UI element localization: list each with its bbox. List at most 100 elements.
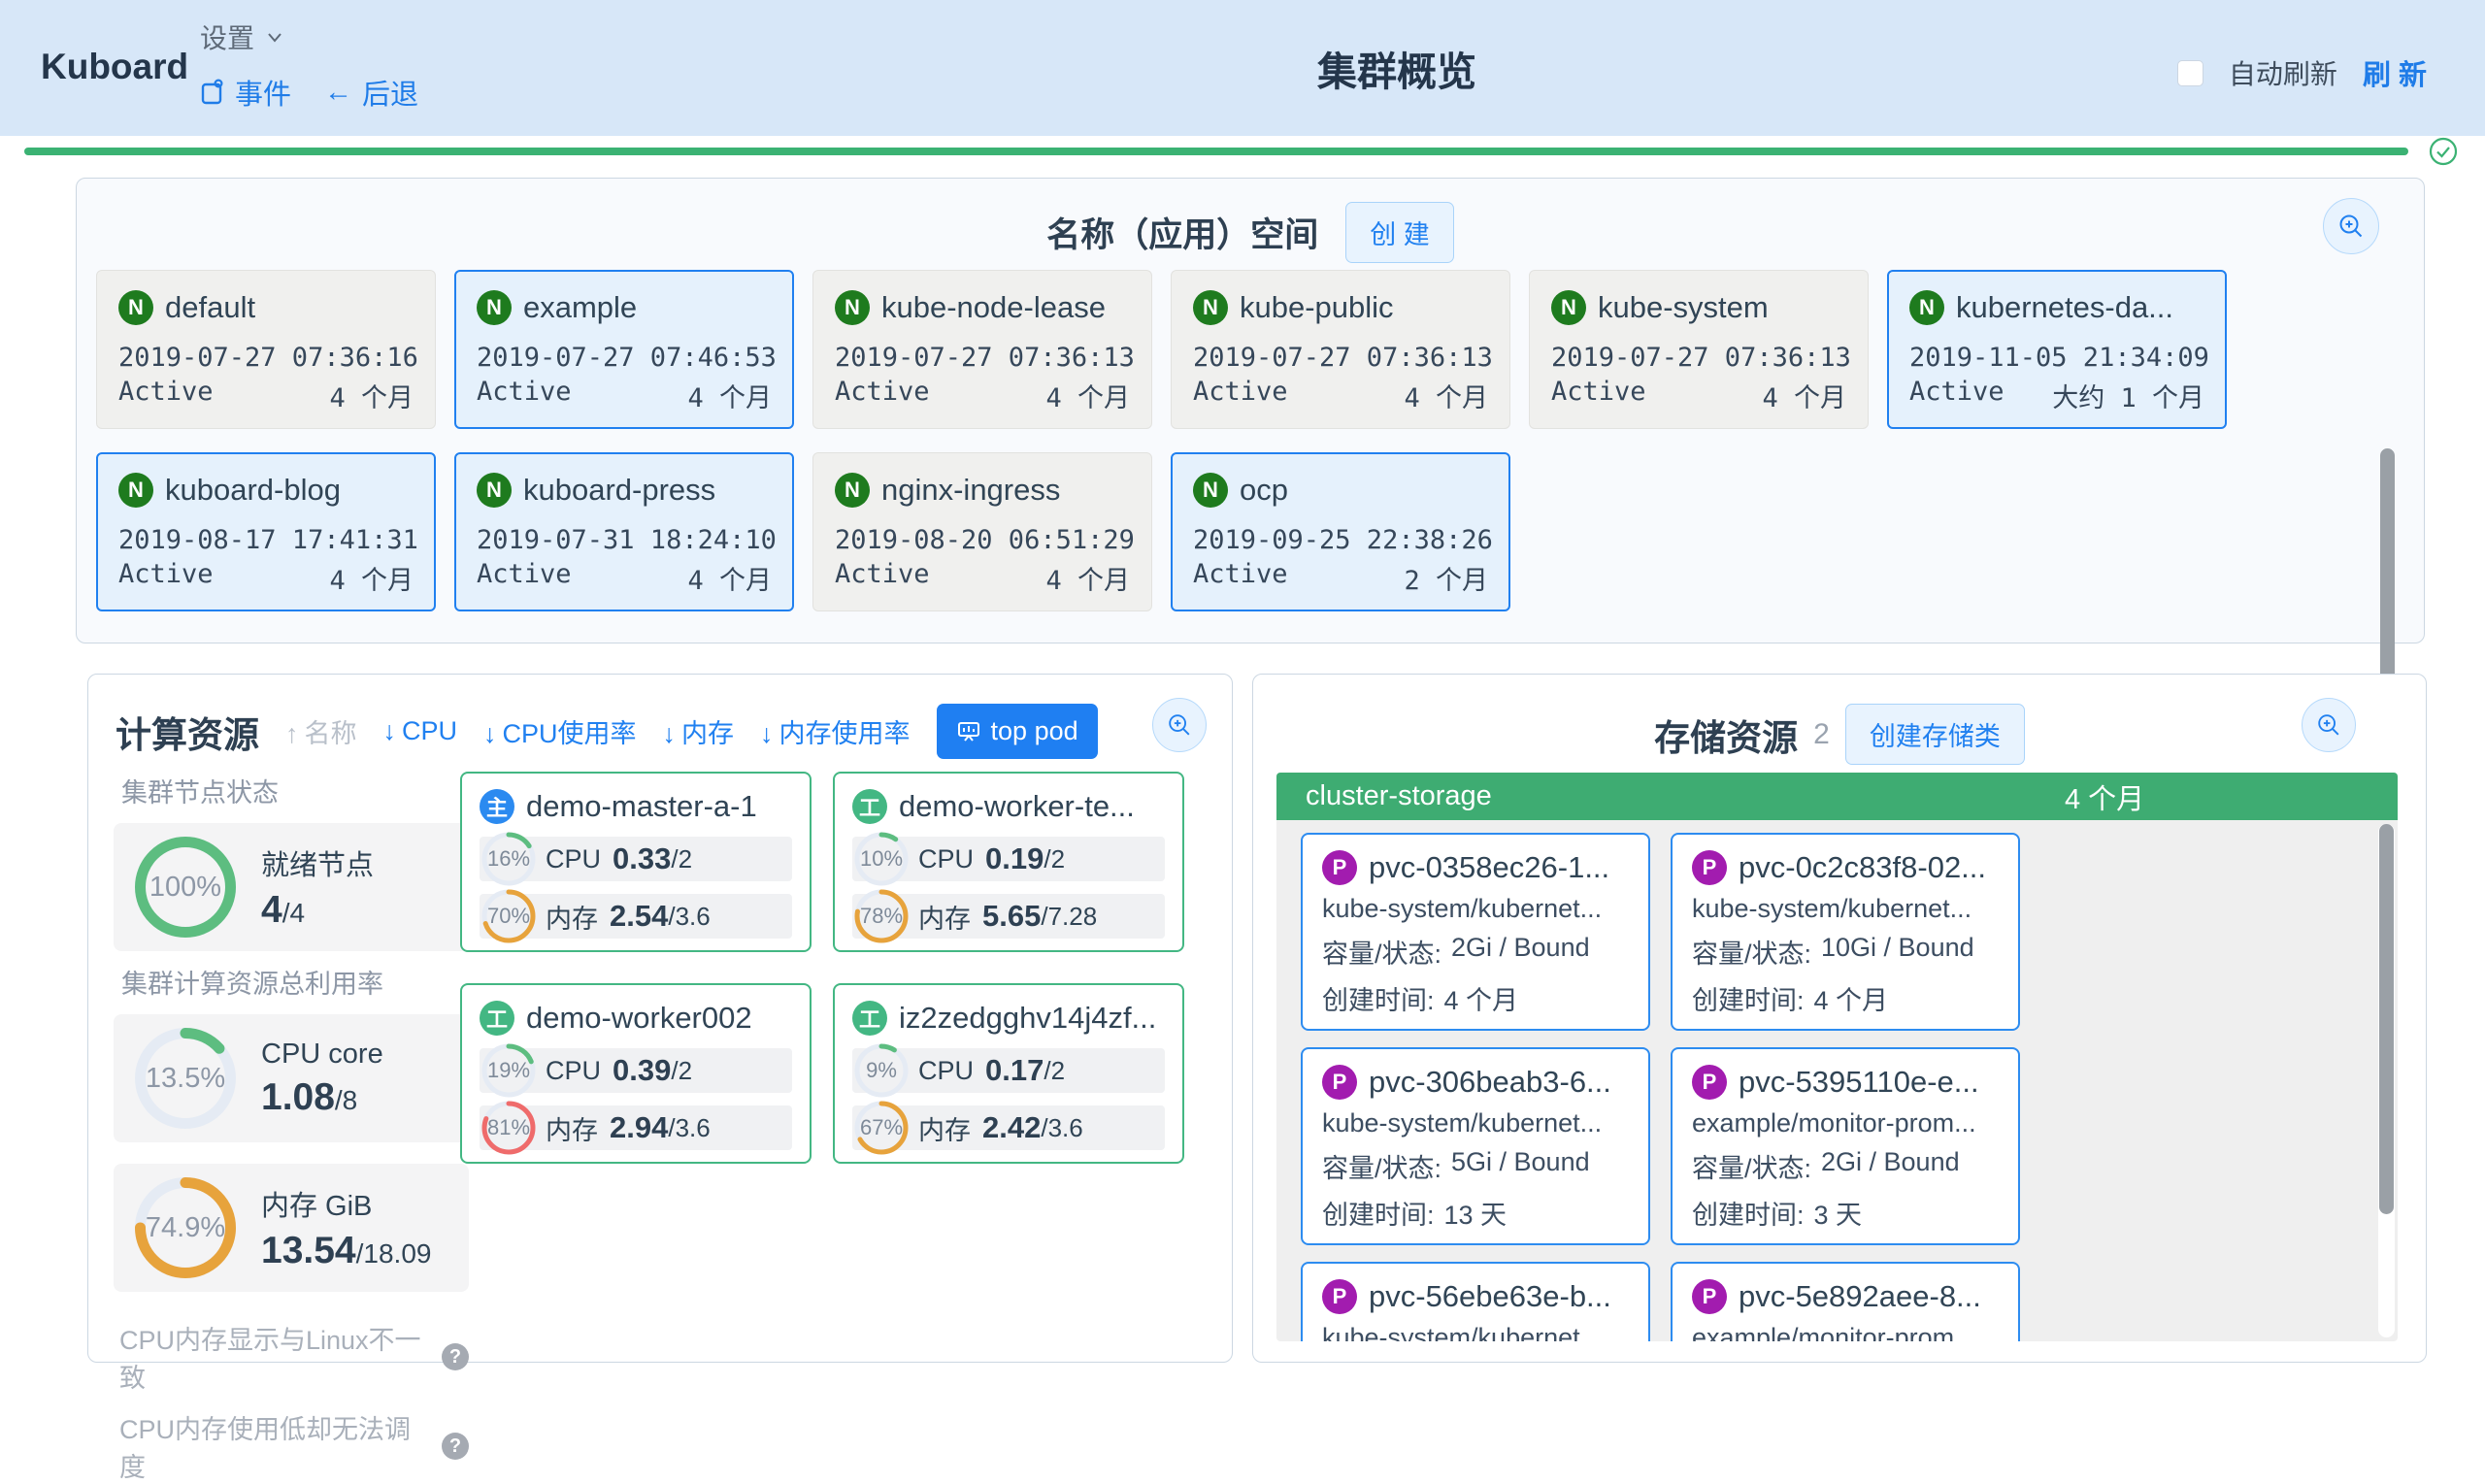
node-role-badge: 工 [852,789,887,824]
top-pod-button[interactable]: top pod [937,704,1098,759]
pvc-capacity-label: 容量/状态: [1322,933,1441,971]
namespace-card[interactable]: Nkube-node-lease 2019-07-27 07:36:13 Act… [812,270,1152,429]
create-namespace-button[interactable]: 创 建 [1345,202,1454,263]
namespace-status: Active [118,377,214,414]
pvc-card[interactable]: Ppvc-56ebe63e-b... kube-system/kubernet.… [1301,1262,1650,1341]
pvc-claim: kube-system/kubernet... [1322,894,1629,924]
node-grid: 主demo-master-a-1 16% CPU 0.33/2 70% 内存 2… [460,772,1184,1164]
memory-utilization-donut: 74.9% [135,1177,236,1278]
namespace-card[interactable]: Nocp 2019-09-25 22:38:26 Active2 个月 [1171,452,1510,611]
node-memory-row: 78% 内存 5.65/7.28 [852,894,1165,939]
pvc-created: 13 天 [1444,1194,1508,1232]
namespace-age: 4 个月 [1762,377,1846,414]
chevron-down-icon [264,26,285,48]
pvc-capacity: 2Gi / Bound [1821,1147,1960,1185]
help-icon[interactable]: ? [442,1433,469,1460]
node-status-card: 100% 就绪节点 4/4 [114,823,469,951]
pvc-capacity: 5Gi / Bound [1451,1147,1590,1185]
settings-label: 设置 [200,17,254,56]
note-cpu-linux: CPU内存显示与Linux不一致? [119,1319,469,1395]
pvc-badge-icon: P [1322,1065,1357,1100]
namespace-status: Active [1193,559,1288,597]
namespace-card[interactable]: Nnginx-ingress 2019-08-20 06:51:29 Activ… [812,452,1152,611]
namespace-created: 2019-09-25 22:38:26 [1193,525,1488,555]
namespace-badge-icon: N [477,290,512,325]
auto-refresh-checkbox[interactable] [2177,60,2203,86]
pvc-card[interactable]: Ppvc-0c2c83f8-02... kube-system/kubernet… [1671,833,2020,1031]
namespace-status: Active [1193,377,1288,414]
sort-by-name[interactable]: ↑名称 [285,712,357,750]
sort-by-memory[interactable]: ↓内存 [663,712,735,750]
namespace-status: Active [1551,377,1646,414]
settings-menu[interactable]: 设置 [200,17,418,56]
namespace-created: 2019-07-27 07:36:13 [1551,343,1846,373]
refresh-button[interactable]: 刷 新 [2363,52,2427,93]
namespace-name: kuboard-blog [165,473,341,508]
pvc-claim: kube-system/kubernet... [1322,1108,1629,1138]
namespace-card[interactable]: Nexample 2019-07-27 07:46:53 Active4 个月 [454,270,794,429]
node-cpu-row: 10% CPU 0.19/2 [852,837,1165,881]
node-card[interactable]: 工demo-worker-te... 10% CPU 0.19/2 78% 内存… [833,772,1184,952]
storage-scrollbar-track [2378,824,2395,1337]
namespace-card[interactable]: Nkube-system 2019-07-27 07:36:13 Active 4… [1529,270,1869,429]
namespace-age: 4 个月 [1404,377,1488,414]
magnifier-plus-icon [2315,711,2342,739]
storage-scrollbar[interactable] [2379,824,2394,1214]
sort-by-cpu-usage[interactable]: ↓CPU使用率 [483,712,637,750]
pvc-created-label: 创建时间: [1322,979,1435,1017]
node-card[interactable]: 工demo-worker002 19% CPU 0.39/2 81% 内存 2.… [460,983,812,1164]
namespace-name: default [165,290,255,325]
events-link[interactable]: 事件 [200,72,291,113]
namespace-age: 4 个月 [329,559,414,597]
compute-zoom-button[interactable] [1152,698,1207,752]
pvc-name: pvc-56ebe63e-b... [1369,1279,1611,1314]
storage-zoom-button[interactable] [2302,698,2356,752]
node-card[interactable]: 工iz2zedgghv14j4zf... 9% CPU 0.17/2 67% 内… [833,983,1184,1164]
node-memory-donut: 78% [854,889,909,943]
namespace-badge-icon: N [1193,473,1228,508]
pvc-name: pvc-5395110e-e... [1739,1065,1979,1100]
note-cpu-schedule: CPU内存使用低却无法调度? [119,1408,469,1484]
help-icon[interactable]: ? [442,1343,469,1370]
namespace-age: 4 个月 [1045,377,1130,414]
node-cpu-donut: 9% [854,1043,909,1098]
namespace-name: example [523,290,637,325]
namespace-card[interactable]: Nkubernetes-da... 2019-11-05 21:34:09 Ac… [1887,270,2227,429]
namespace-created: 2019-07-27 07:36:16 [118,343,414,373]
pvc-card[interactable]: Ppvc-306beab3-6... kube-system/kubernet.… [1301,1047,1650,1245]
namespace-card[interactable]: Nkuboard-blog 2019-08-17 17:41:31 Active… [96,452,436,611]
node-memory-row: 67% 内存 2.42/3.6 [852,1105,1165,1150]
namespaces-title: 名称（应用）空间 [1046,208,1318,257]
header-nav: 设置 事件 ← 后退 [200,17,418,113]
node-cpu-row: 9% CPU 0.17/2 [852,1048,1165,1093]
namespace-name: kube-system [1598,290,1769,325]
cpu-utilization-donut: 13.5% [135,1028,236,1129]
storage-class-name: cluster-storage [1306,780,1492,812]
namespace-age: 2 个月 [1404,559,1488,597]
pvc-card[interactable]: Ppvc-0358ec26-1... kube-system/kubernet.… [1301,833,1650,1031]
pvc-claim: example/monitor-prom... [1692,1323,1999,1341]
pvc-card[interactable]: Ppvc-5e892aee-8... example/monitor-prom.… [1671,1262,2020,1341]
pvc-capacity: 2Gi / Bound [1451,933,1590,971]
namespaces-zoom-button[interactable] [2323,198,2379,254]
node-memory-row: 70% 内存 2.54/3.6 [480,894,792,939]
back-link[interactable]: ← 后退 [324,72,418,113]
pvc-created: 4 个月 [1814,979,1889,1017]
namespace-name: kube-node-lease [881,290,1106,325]
node-status-donut: 100% [135,837,236,938]
compute-panel: 计算资源 ↑名称 ↓CPU ↓CPU使用率 ↓内存 ↓内存使用率 top pod… [87,674,1233,1363]
namespace-badge-icon: N [477,473,512,508]
pvc-card[interactable]: Ppvc-5395110e-e... example/monitor-prom.… [1671,1047,2020,1245]
pvc-name: pvc-5e892aee-8... [1739,1279,1981,1314]
pvc-name: pvc-0c2c83f8-02... [1739,850,1986,885]
sort-by-memory-usage[interactable]: ↓内存使用率 [760,712,911,750]
node-card[interactable]: 主demo-master-a-1 16% CPU 0.33/2 70% 内存 2… [460,772,812,952]
storage-class-header[interactable]: cluster-storage 4 个月 [1276,773,2398,820]
create-storage-class-button[interactable]: 创建存储类 [1845,704,2025,765]
pvc-created-label: 创建时间: [1322,1194,1435,1232]
namespace-card[interactable]: Ndefault 2019-07-27 07:36:16 Active4 个月 [96,270,436,429]
namespace-card[interactable]: Nkuboard-press 2019-07-31 18:24:10 Activ… [454,452,794,611]
namespace-badge-icon: N [1551,290,1586,325]
sort-by-cpu[interactable]: ↓CPU [383,716,458,746]
namespace-card[interactable]: Nkube-public 2019-07-27 07:36:13 Active4… [1171,270,1510,429]
